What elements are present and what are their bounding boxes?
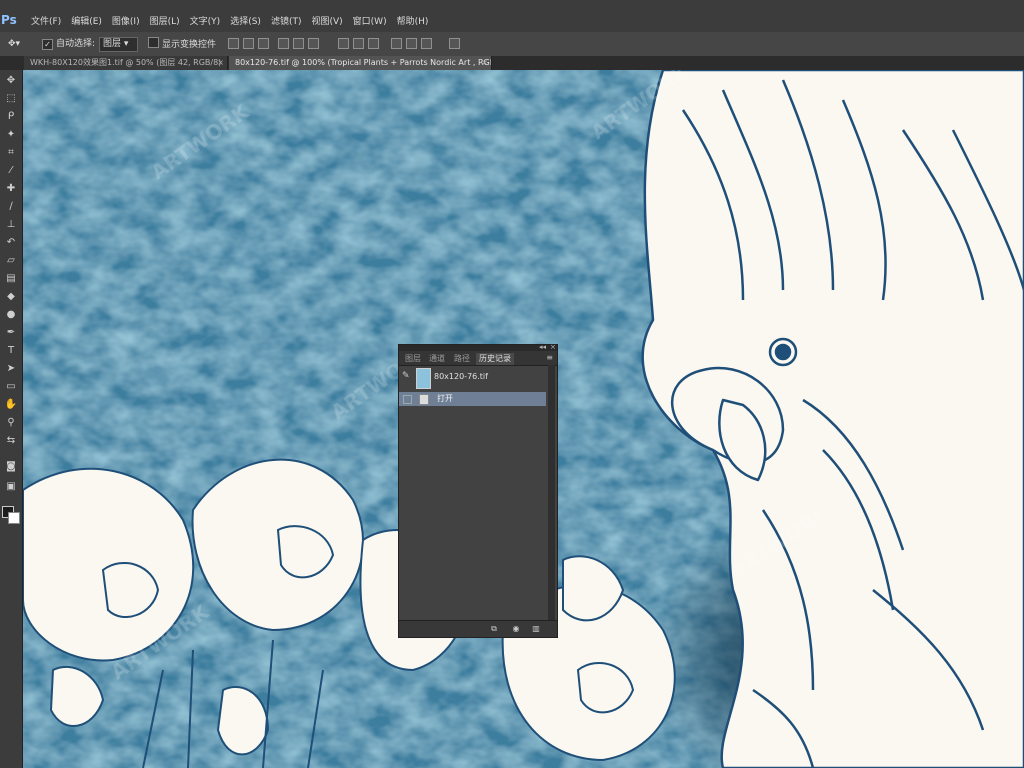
document-tabs: WKH-80X120效果图1.tif @ 50% (图层 42, RGB/8) … [0, 56, 1024, 70]
move-tool-preset[interactable]: ✥▾ [8, 37, 20, 51]
document-icon [419, 394, 429, 405]
auto-align-icon[interactable] [449, 38, 460, 49]
snapshot-thumbnail [416, 368, 431, 389]
menu-select[interactable]: 选择(S) [225, 16, 266, 29]
menu-help[interactable]: 帮助(H) [392, 16, 434, 29]
tab-paths[interactable]: 路径 [451, 353, 473, 365]
trash-icon[interactable]: ▥ [531, 624, 541, 633]
show-transform-option[interactable]: 显示变换控件 [148, 37, 216, 51]
screen-mode-icon[interactable]: ▣ [3, 480, 19, 494]
history-step[interactable]: 打开 [399, 392, 546, 406]
distribute-top-icon[interactable] [338, 38, 349, 49]
auto-select-value: 图层 [103, 39, 122, 49]
quick-select-icon[interactable]: ✦ [3, 128, 19, 142]
marquee-icon[interactable]: ⬚ [3, 92, 19, 106]
menu-bar: Ps 文件(F) 编辑(E) 图像(I) 图层(L) 文字(Y) 选择(S) 滤… [0, 0, 1024, 33]
menu-file[interactable]: 文件(F) [26, 16, 66, 29]
move-icon: ✥▾ [8, 39, 21, 49]
align-bottom-icon[interactable] [258, 38, 269, 49]
healing-icon[interactable]: ✚ [3, 182, 19, 196]
app-logo: Ps [1, 13, 17, 27]
zoom-icon[interactable]: ⚲ [3, 416, 19, 430]
close-icon[interactable]: × [217, 56, 224, 70]
tab-wkh[interactable]: WKH-80X120效果图1.tif @ 50% (图层 42, RGB/8) … [24, 56, 228, 70]
options-bar: ✥▾ ✓ 自动选择: 显示变换控件 [0, 32, 1024, 57]
panel-tabs: 图层 通道 路径 历史记录 ≡ [399, 351, 557, 366]
distribute-right-icon[interactable] [421, 38, 432, 49]
tab-channels[interactable]: 通道 [426, 353, 448, 365]
path-select-icon[interactable]: ➤ [3, 362, 19, 376]
menu-type[interactable]: 文字(Y) [185, 16, 226, 29]
eraser-icon[interactable]: ▱ [3, 254, 19, 268]
menu-view[interactable]: 视图(V) [306, 16, 347, 29]
menu-items: 文件(F) 编辑(E) 图像(I) 图层(L) 文字(Y) 选择(S) 滤镜(T… [26, 16, 433, 29]
distribute-bottom-icon[interactable] [368, 38, 379, 49]
close-icon[interactable]: × [550, 343, 556, 351]
distribute-vcenter-icon[interactable] [353, 38, 364, 49]
blur-icon[interactable]: ◆ [3, 290, 19, 304]
shape-icon[interactable]: ▭ [3, 380, 19, 394]
pen-icon[interactable]: ✒ [3, 326, 19, 340]
clone-stamp-icon[interactable]: ⊥ [3, 218, 19, 232]
auto-select-label: 自动选择: [56, 39, 96, 49]
history-panel: ◂◂ × 图层 通道 路径 历史记录 ≡ ✎ 80x120-76.tif 打开 … [398, 343, 558, 638]
show-transform-label: 显示变换控件 [162, 40, 217, 50]
camera-icon[interactable]: ◉ [511, 624, 521, 633]
swap-colors-icon[interactable]: ⇆ [3, 434, 19, 448]
auto-select-checkbox[interactable]: ✓ [42, 39, 53, 50]
hand-icon[interactable]: ✋ [3, 398, 19, 412]
menu-layer[interactable]: 图层(L) [145, 16, 185, 29]
panel-menu-icon[interactable]: ≡ [546, 353, 553, 362]
type-icon[interactable]: T [3, 344, 19, 358]
align-left-icon[interactable] [278, 38, 289, 49]
tab-layers[interactable]: 图层 [402, 353, 424, 365]
history-source-box[interactable] [403, 395, 412, 404]
tab-label: WKH-80X120效果图1.tif @ 50% (图层 42, RGB/8) [30, 58, 222, 67]
quick-mask-icon[interactable]: ◙ [3, 460, 19, 474]
lasso-icon[interactable]: ᑭ [3, 110, 19, 124]
align-vcenter-icon[interactable] [243, 38, 254, 49]
collapse-icon[interactable]: ◂◂ [539, 343, 546, 351]
move-icon[interactable]: ✥ [3, 74, 19, 88]
distribute-hcenter-icon[interactable] [406, 38, 417, 49]
tab-80x120-76[interactable]: 80x120-76.tif @ 100% (Tropical Plants + … [229, 56, 492, 70]
panel-scrollbar[interactable] [548, 365, 555, 621]
align-right-icon[interactable] [308, 38, 319, 49]
history-brush-icon[interactable]: ↶ [3, 236, 19, 250]
panel-footer: ⧉ ◉ ▥ [399, 620, 557, 637]
auto-select-option[interactable]: ✓ 自动选择: [42, 37, 95, 51]
eyedropper-icon[interactable]: ⁄ [3, 164, 19, 178]
show-transform-checkbox[interactable] [148, 37, 159, 48]
background-color-swatch[interactable] [8, 512, 20, 524]
history-brush-source-icon[interactable]: ✎ [402, 371, 412, 383]
menu-edit[interactable]: 编辑(E) [66, 16, 107, 29]
distribute-left-icon[interactable] [391, 38, 402, 49]
tools-panel: ✥ ⬚ ᑭ ✦ ⌗ ⁄ ✚ ∕ ⊥ ↶ ▱ ▤ ◆ ● ✒ T ➤ ▭ ✋ ⚲ … [0, 70, 23, 768]
crop-icon[interactable]: ⌗ [3, 146, 19, 160]
gradient-icon[interactable]: ▤ [3, 272, 19, 286]
history-step-label: 打开 [437, 394, 453, 403]
align-hcenter-icon[interactable] [293, 38, 304, 49]
snapshot-name: 80x120-76.tif [434, 372, 488, 381]
close-icon[interactable]: × [481, 56, 488, 70]
history-snapshot[interactable]: ✎ 80x120-76.tif [399, 365, 546, 391]
tab-label: 80x120-76.tif @ 100% (Tropical Plants + … [235, 58, 492, 67]
tab-history[interactable]: 历史记录 [476, 353, 514, 365]
auto-select-dropdown[interactable]: 图层 ▾ [99, 37, 138, 52]
menu-window[interactable]: 窗口(W) [348, 16, 392, 29]
menu-image[interactable]: 图像(I) [107, 16, 145, 29]
menu-filter[interactable]: 滤镜(T) [266, 16, 307, 29]
align-top-icon[interactable] [228, 38, 239, 49]
new-document-from-state-icon[interactable]: ⧉ [489, 624, 499, 633]
brush-icon[interactable]: ∕ [3, 200, 19, 214]
dodge-icon[interactable]: ● [3, 308, 19, 322]
